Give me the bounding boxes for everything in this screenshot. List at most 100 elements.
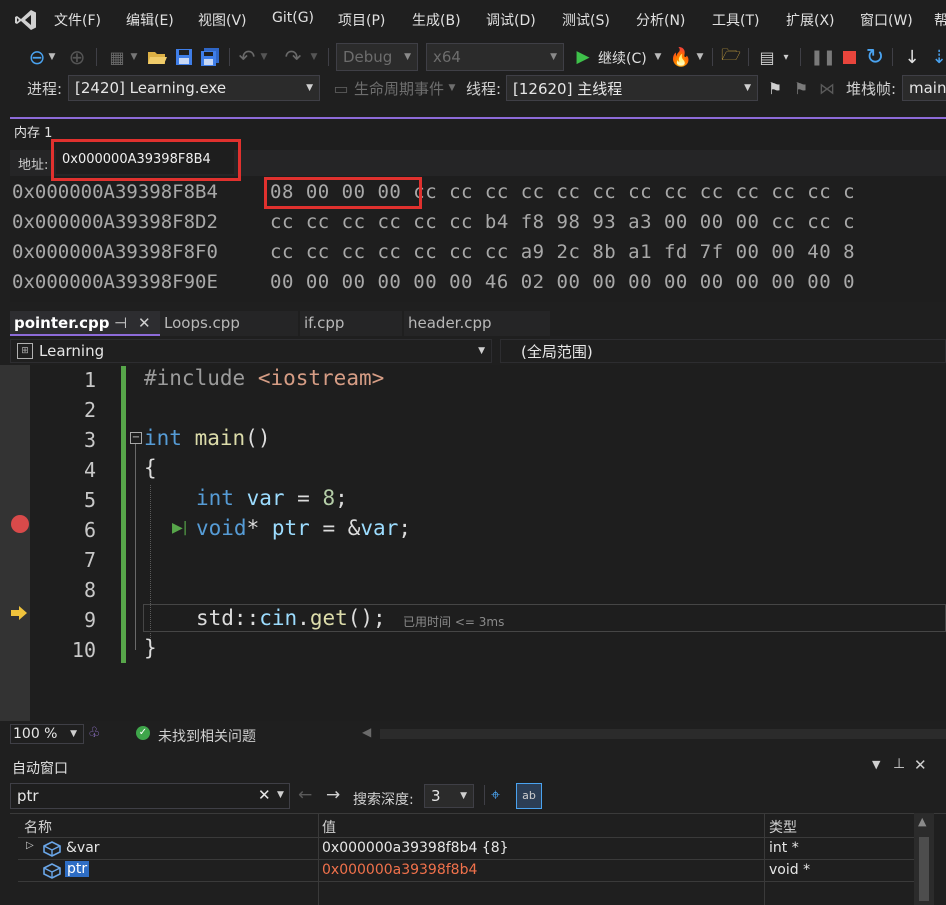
save-all-icon[interactable] — [199, 46, 221, 68]
project-select[interactable]: ⊞ Learning ▼ — [10, 339, 492, 363]
table-row[interactable]: ptr 0x000000a39398f8b4 void * — [18, 860, 914, 881]
menu-help[interactable]: 帮 — [934, 10, 946, 30]
continue-button[interactable]: 继续(C) — [598, 48, 647, 68]
code-line-6[interactable]: void* ptr = &var; — [196, 516, 411, 540]
column-header-value[interactable]: 值 — [322, 817, 336, 837]
autos-search-input[interactable]: ptr ✕ ▼ — [10, 783, 290, 809]
toolbar-overflow-icon[interactable]: ▾ — [780, 46, 792, 68]
flag-all-threads-icon[interactable]: ⚑ — [790, 77, 812, 99]
collapse-region-icon[interactable]: − — [130, 432, 142, 444]
view-structure-icon[interactable]: ab — [516, 783, 542, 809]
menu-project[interactable]: 项目(P) — [338, 10, 385, 30]
open-folder-icon[interactable] — [146, 46, 168, 68]
pin-tab-icon[interactable]: ⊣ — [114, 314, 127, 332]
tab-loops-cpp[interactable]: Loops.cpp — [160, 311, 298, 336]
save-icon[interactable] — [173, 46, 195, 68]
hot-reload-icon[interactable]: 🔥 — [670, 46, 692, 68]
redo-dropdown-icon[interactable]: ▼ — [308, 46, 320, 68]
search-depth-select[interactable]: 3 ▼ — [424, 784, 474, 808]
lifecycle-events-icon[interactable]: ▭ — [330, 77, 352, 99]
memory-window-title[interactable]: 内存 1 — [14, 122, 52, 141]
tab-if-cpp[interactable]: if.cpp — [300, 311, 402, 336]
continue-play-icon[interactable]: ▶ — [572, 46, 594, 68]
redo-icon[interactable]: ↷ — [282, 45, 304, 69]
close-tab-icon[interactable]: ✕ — [138, 314, 151, 332]
restart-icon[interactable]: ↻ — [864, 45, 886, 70]
current-statement-arrow-icon[interactable] — [10, 605, 28, 621]
autos-window-title[interactable]: 自动窗口 — [12, 758, 68, 778]
menu-edit[interactable]: 编辑(E) — [126, 10, 174, 30]
show-threads-in-source-icon[interactable]: ⋈ — [816, 77, 838, 99]
break-all-icon[interactable]: ❚❚ — [810, 46, 835, 68]
column-header-type[interactable]: 类型 — [769, 817, 797, 837]
intellicode-icon[interactable]: ♧ — [88, 725, 101, 741]
scrollbar-thumb[interactable] — [919, 837, 929, 901]
issues-status[interactable]: 未找到相关问题 — [158, 726, 256, 746]
code-line-3[interactable]: int main() — [144, 426, 270, 450]
continue-dropdown-icon[interactable]: ▼ — [652, 46, 664, 68]
horizontal-scrollbar[interactable] — [380, 729, 946, 739]
menu-view[interactable]: 视图(V) — [198, 10, 247, 30]
code-line-1[interactable]: #include <iostream> — [144, 366, 384, 390]
chevron-down-icon[interactable]: ▼ — [277, 790, 284, 800]
scroll-up-icon[interactable]: ▲ — [918, 815, 926, 828]
column-header-name[interactable]: 名称 — [24, 817, 52, 837]
code-line-5[interactable]: int var = 8; — [196, 486, 348, 510]
new-item-dropdown-icon[interactable]: ▼ — [128, 46, 140, 68]
menu-debug[interactable]: 调试(D) — [486, 10, 536, 30]
menu-build[interactable]: 生成(B) — [412, 10, 461, 30]
hot-reload-dropdown-icon[interactable]: ▼ — [694, 46, 706, 68]
undo-icon[interactable]: ↶ — [236, 45, 258, 69]
clear-search-icon[interactable]: ✕ — [258, 786, 271, 804]
step-into-icon[interactable]: ↓ — [901, 46, 923, 68]
scope-select[interactable]: (全局范围) — [500, 339, 946, 363]
stack-frame-select[interactable]: main — [902, 75, 946, 101]
search-previous-icon[interactable]: ← — [298, 785, 312, 805]
code-editor[interactable] — [0, 365, 946, 721]
menu-analyze[interactable]: 分析(N) — [636, 10, 685, 30]
menu-window[interactable]: 窗口(W) — [860, 10, 913, 30]
glyph-margin[interactable] — [0, 365, 30, 721]
run-to-click-icon[interactable]: ▶| — [172, 520, 187, 536]
menu-file[interactable]: 文件(F) — [54, 10, 101, 30]
browse-folder-icon[interactable]: 🗁 — [720, 45, 742, 68]
new-item-icon[interactable]: ▦ — [106, 46, 128, 68]
close-window-icon[interactable]: ✕ — [914, 756, 927, 774]
window-options-icon[interactable]: ▼ — [872, 758, 880, 771]
menu-tools[interactable]: 工具(T) — [712, 10, 759, 30]
solution-platform-select[interactable]: x64 ▼ — [426, 43, 564, 71]
lifecycle-dropdown-icon[interactable]: ▼ — [446, 77, 458, 99]
breakpoint-icon[interactable] — [11, 515, 29, 533]
visual-studio-logo-icon[interactable] — [14, 8, 38, 32]
stop-debugging-icon[interactable] — [838, 46, 860, 68]
navigate-forward-icon[interactable]: ⊕ — [66, 45, 88, 69]
code-line-4[interactable]: { — [144, 456, 157, 480]
flag-thread-icon[interactable]: ⚑ — [764, 77, 786, 99]
menu-extensions[interactable]: 扩展(X) — [786, 10, 835, 30]
scroll-left-icon[interactable]: ◀ — [362, 725, 371, 739]
memory-row: 0x000000A39398F8B4 08 00 00 00 cc cc cc c… — [12, 181, 856, 203]
back-dropdown-icon[interactable]: ▼ — [46, 46, 58, 68]
thread-select[interactable]: [12620] 主线程 ▼ — [506, 75, 758, 101]
code-line-9[interactable]: std::cin.get(); — [196, 606, 386, 630]
step-over-icon[interactable]: ⇣ — [928, 46, 946, 68]
menu-test[interactable]: 测试(S) — [562, 10, 610, 30]
window-layout-icon[interactable]: ▤ — [756, 46, 778, 68]
perf-tip-elapsed[interactable]: 已用时间 <= 3ms — [403, 613, 504, 630]
solution-configuration-select[interactable]: Debug ▼ — [336, 43, 418, 71]
zoom-select[interactable]: 100 % ▼ — [10, 724, 84, 744]
pin-window-icon[interactable]: ⊥ — [893, 756, 905, 772]
process-select[interactable]: [2420] Learning.exe ▼ — [68, 75, 320, 101]
navigate-back-icon[interactable]: ⊖ — [26, 45, 48, 69]
undo-dropdown-icon[interactable]: ▼ — [258, 46, 270, 68]
search-next-icon[interactable]: → — [326, 785, 340, 805]
tab-pointer-cpp[interactable]: pointer.cpp ⊣ ✕ — [10, 311, 160, 336]
menu-git[interactable]: Git(G) — [272, 10, 314, 26]
lifecycle-events-button[interactable]: 生命周期事件 — [354, 78, 444, 99]
table-row[interactable]: ▷ &var 0x000000a39398f8b4 {8} int * — [18, 838, 914, 859]
tab-header-cpp[interactable]: header.cpp — [404, 311, 550, 336]
vertical-scrollbar[interactable]: ▲ — [914, 813, 934, 905]
code-line-10[interactable]: } — [144, 636, 157, 660]
expand-row-icon[interactable]: ▷ — [26, 840, 34, 851]
pin-data-tip-icon[interactable]: ⌖ — [491, 785, 500, 805]
